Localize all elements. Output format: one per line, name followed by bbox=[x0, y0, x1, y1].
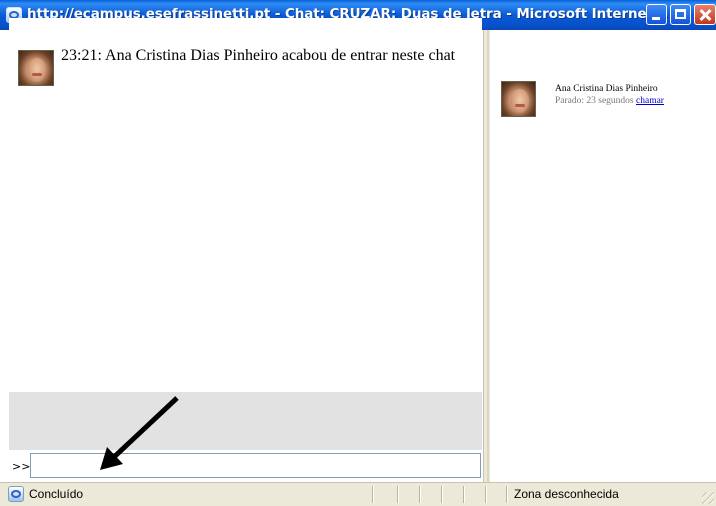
user-name: Ana Cristina Dias Pinheiro bbox=[555, 84, 658, 94]
status-divider bbox=[397, 486, 399, 503]
security-zone-text: Zona desconhecida bbox=[514, 487, 619, 501]
status-divider bbox=[485, 486, 487, 503]
status-divider bbox=[441, 486, 443, 503]
user-idle-time: Parado: 23 segundos bbox=[555, 96, 634, 106]
call-user-link[interactable]: chamar bbox=[636, 96, 664, 106]
status-divider bbox=[419, 486, 421, 503]
minimize-icon[interactable] bbox=[646, 4, 667, 25]
status-divider bbox=[463, 486, 465, 503]
frame-splitter[interactable] bbox=[483, 30, 491, 482]
close-icon[interactable] bbox=[694, 4, 716, 25]
input-prompt: >> bbox=[12, 460, 31, 473]
chat-messages-pane[interactable] bbox=[9, 18, 482, 392]
user-avatar bbox=[18, 50, 54, 86]
status-divider bbox=[506, 486, 508, 503]
user-status: Parado: 23 segundos chamar bbox=[555, 96, 664, 106]
status-text: Concluído bbox=[29, 487, 84, 501]
ie-page-done-icon bbox=[8, 486, 24, 502]
resize-grip-icon[interactable] bbox=[702, 492, 714, 504]
status-divider bbox=[372, 486, 374, 503]
maximize-icon[interactable] bbox=[670, 4, 691, 25]
input-strip bbox=[9, 392, 482, 450]
chat-message-text: 23:21: Ana Cristina Dias Pinheiro acabou… bbox=[61, 47, 456, 64]
user-avatar bbox=[501, 81, 536, 117]
users-pane: Ana Cristina Dias Pinheiro Parado: 23 se… bbox=[491, 30, 716, 482]
chat-message-input[interactable] bbox=[30, 453, 481, 478]
